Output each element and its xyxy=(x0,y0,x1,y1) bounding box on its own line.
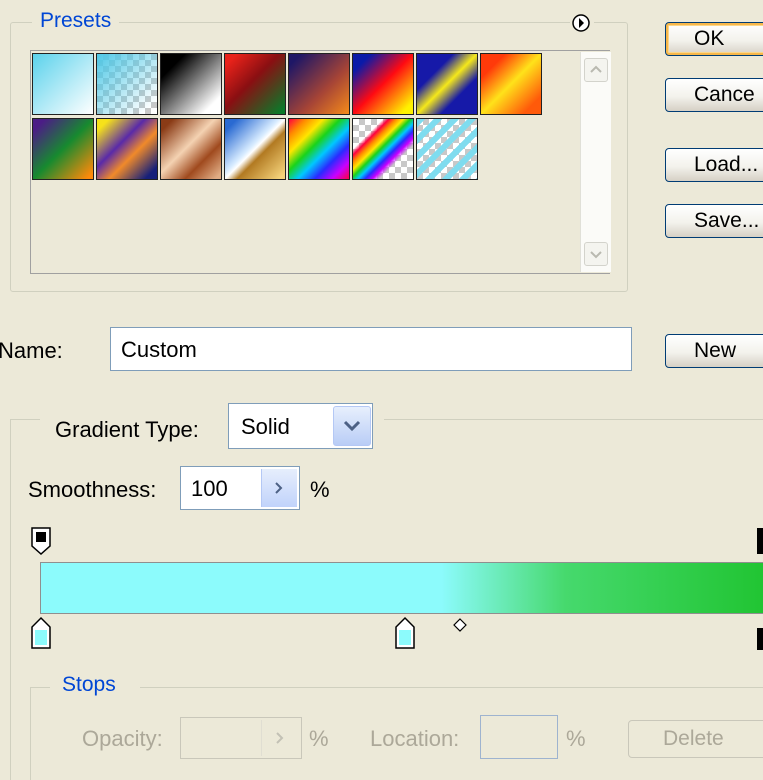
preset-swatch-transparent-stripes-gradient[interactable] xyxy=(416,118,478,180)
load-button[interactable]: Load... xyxy=(665,148,763,182)
preset-swatch-transparent-rainbow-gradient[interactable] xyxy=(352,118,414,180)
preset-swatch-blue-yellow-blue-gradient[interactable] xyxy=(416,53,478,115)
opacity-stop-icon[interactable] xyxy=(30,526,52,556)
preset-swatch-red-green-gradient[interactable] xyxy=(224,53,286,115)
name-input-value: Custom xyxy=(121,337,197,362)
new-button[interactable]: New xyxy=(665,334,763,368)
preset-swatch-black-white-gradient[interactable] xyxy=(160,53,222,115)
chevron-down-icon xyxy=(343,420,361,432)
save-button[interactable]: Save... xyxy=(665,204,763,238)
presets-legend: Presets xyxy=(32,9,120,33)
preset-swatch-chrome-gradient[interactable] xyxy=(224,118,286,180)
gradient-type-dropdown-button[interactable] xyxy=(333,406,371,446)
gradient-type-label: Gradient Type: xyxy=(55,417,199,442)
location-input[interactable] xyxy=(480,715,558,759)
circle-arrow-right-icon xyxy=(572,14,590,32)
preset-swatch-violet-green-orange-gradient[interactable] xyxy=(32,118,94,180)
gradient-group-line-top-right xyxy=(384,419,763,420)
gradient-bar[interactable] xyxy=(40,562,763,614)
gradient-type-value: Solid xyxy=(241,414,290,439)
presets-menu-button[interactable] xyxy=(570,12,594,36)
smoothness-value: 100 xyxy=(191,476,228,501)
color-stop-icon-middle[interactable] xyxy=(394,616,416,650)
preset-swatch-orange-yellow-orange-gradient[interactable] xyxy=(480,53,542,115)
gradient-group-line-left xyxy=(10,419,11,780)
arrow-right-icon xyxy=(276,732,284,744)
preset-swatch-cyan-white-gradient[interactable] xyxy=(32,53,94,115)
opacity-label: Opacity: xyxy=(82,726,163,751)
name-input[interactable]: Custom xyxy=(110,327,632,371)
smoothness-input[interactable]: 100 xyxy=(180,466,300,510)
ok-button[interactable]: OK xyxy=(665,22,763,56)
color-stop-icon-right[interactable] xyxy=(755,626,763,652)
chevron-down-icon xyxy=(590,251,602,259)
stops-legend: Stops xyxy=(54,673,124,697)
location-unit: % xyxy=(566,726,586,751)
preset-swatch-violet-orange-gradient[interactable] xyxy=(288,53,350,115)
delete-button[interactable]: Delete xyxy=(628,720,763,758)
opacity-unit: % xyxy=(309,726,329,751)
gradient-type-select[interactable]: Solid xyxy=(228,403,373,449)
color-stop-icon[interactable] xyxy=(30,616,52,650)
opacity-input[interactable] xyxy=(180,717,302,759)
location-label: Location: xyxy=(370,726,460,751)
stops-group-line-left xyxy=(30,687,31,780)
opacity-stop-icon-right[interactable] xyxy=(755,526,763,556)
name-label: Name: xyxy=(0,338,63,363)
preset-swatch-spectrum-gradient[interactable] xyxy=(288,118,350,180)
stops-group-line-top-right xyxy=(140,687,763,688)
preset-swatch-blue-red-yellow-gradient[interactable] xyxy=(352,53,414,115)
presets-scrollbar[interactable] xyxy=(580,52,611,272)
preset-swatch-cyan-transparent-gradient[interactable] xyxy=(96,53,158,115)
preset-swatch-yellow-violet-orange-gradient[interactable] xyxy=(96,118,158,180)
gradient-group-line-top xyxy=(10,419,40,420)
scroll-up-button[interactable] xyxy=(584,58,608,82)
stops-group-line-top-left xyxy=(30,687,50,688)
diamond-midpoint-icon[interactable] xyxy=(453,618,467,632)
scroll-down-button[interactable] xyxy=(584,242,608,266)
smoothness-label: Smoothness: xyxy=(28,477,157,502)
chevron-up-icon xyxy=(590,65,602,73)
smoothness-unit: % xyxy=(310,477,330,502)
cancel-button[interactable]: Cance xyxy=(665,78,763,112)
arrow-right-icon xyxy=(275,482,283,494)
smoothness-arrow-button[interactable] xyxy=(261,469,297,507)
opacity-arrow-button[interactable] xyxy=(261,720,299,756)
preset-swatch-copper-gradient[interactable] xyxy=(160,118,222,180)
